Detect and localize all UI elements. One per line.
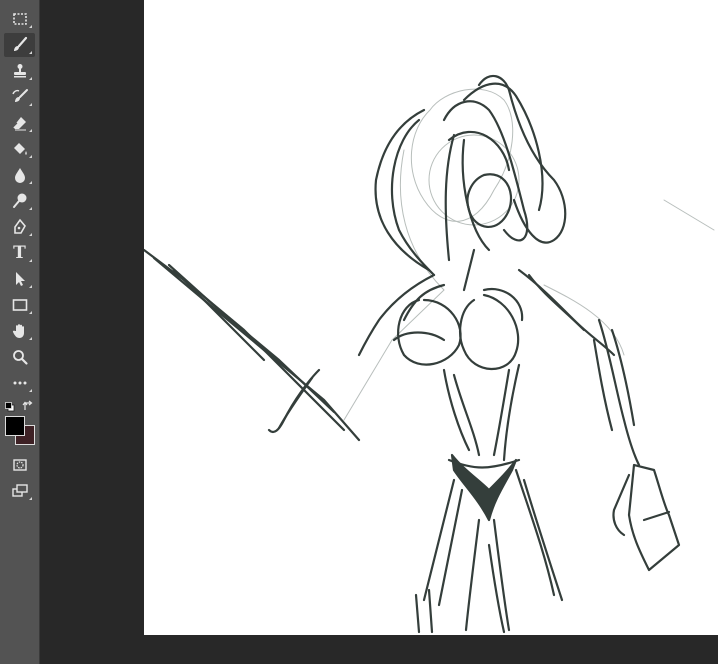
dodge-tool-button[interactable] xyxy=(4,189,35,213)
dodge-icon xyxy=(12,193,26,208)
quick-mask-icon xyxy=(12,459,27,471)
type-tool-button[interactable]: T xyxy=(4,241,35,265)
edit-toolbar-button[interactable] xyxy=(4,371,35,395)
clone-stamp-tool-button[interactable] xyxy=(4,59,35,83)
hand-tool-button[interactable] xyxy=(4,319,35,343)
history-brush-icon xyxy=(11,89,28,102)
hand-icon xyxy=(12,324,24,338)
paint-bucket-tool-button[interactable] xyxy=(4,137,35,161)
pen-icon xyxy=(13,218,26,234)
swap-colors-icon[interactable] xyxy=(22,400,34,412)
zoom-icon xyxy=(12,350,28,365)
eraser-icon xyxy=(12,117,26,131)
rectangle-icon xyxy=(12,299,27,311)
type-icon: T xyxy=(13,242,26,263)
more-icon xyxy=(13,381,26,385)
marquee-tool-button[interactable] xyxy=(4,7,35,31)
screen-mode-icon xyxy=(11,484,28,497)
paint-bucket-icon xyxy=(13,143,27,155)
eraser-tool-button[interactable] xyxy=(4,111,35,135)
brush-icon xyxy=(13,36,27,51)
pen-tool-button[interactable] xyxy=(4,215,35,239)
zoom-tool-button[interactable] xyxy=(4,345,35,369)
rectangle-tool-button[interactable] xyxy=(4,293,35,317)
default-colors-icon[interactable] xyxy=(5,402,15,412)
quick-mask-button[interactable] xyxy=(4,453,35,477)
history-brush-tool-button[interactable] xyxy=(4,85,35,109)
screen-mode-button[interactable] xyxy=(4,479,35,503)
brush-tool-button[interactable] xyxy=(4,33,35,57)
blur-drop-icon xyxy=(14,168,25,183)
clone-stamp-icon xyxy=(13,64,26,78)
marquee-icon xyxy=(12,13,27,25)
blur-tool-button[interactable] xyxy=(4,163,35,187)
path-selection-icon xyxy=(15,272,25,286)
color-swatches xyxy=(4,398,36,446)
tools-panel: T xyxy=(0,0,40,664)
sketch-artwork xyxy=(144,74,715,634)
path-selection-tool-button[interactable] xyxy=(4,267,35,291)
foreground-color-swatch[interactable] xyxy=(5,416,25,436)
document-canvas[interactable] xyxy=(144,0,718,635)
